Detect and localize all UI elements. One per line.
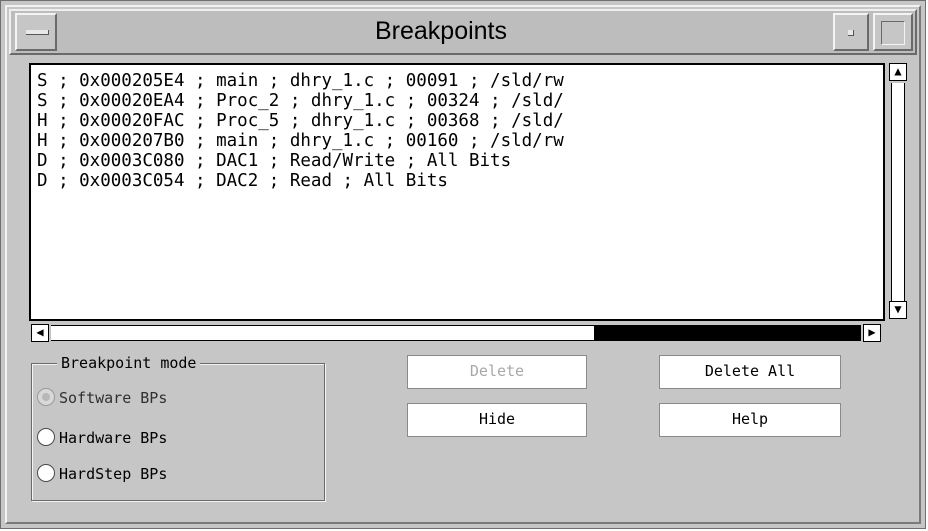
scroll-left-icon[interactable]: ◀ xyxy=(31,324,49,342)
radio-label: Hardware BPs xyxy=(59,429,168,447)
maximize-icon xyxy=(881,21,905,45)
radio-selected-icon[interactable] xyxy=(37,388,55,406)
minimize-icon xyxy=(848,30,854,36)
delete-all-button[interactable]: Delete All xyxy=(659,355,841,389)
scroll-right-icon[interactable]: ▶ xyxy=(863,324,881,342)
list-item[interactable]: H ; 0x000207B0 ; main ; dhry_1.c ; 00160… xyxy=(31,131,883,151)
breakpoints-window: Breakpoints S ; 0x000205E4 ; main ; dhry… xyxy=(0,0,926,529)
minimize-button[interactable] xyxy=(833,13,869,51)
list-item[interactable]: D ; 0x0003C054 ; DAC2 ; Read ; All Bits xyxy=(31,171,883,191)
radio-label: Software BPs xyxy=(59,389,168,407)
breakpoint-mode-legend: Breakpoint mode xyxy=(57,353,201,373)
vertical-scrollbar[interactable]: ▲ ▼ xyxy=(887,63,909,319)
window-menu-button[interactable] xyxy=(15,13,57,51)
list-item[interactable]: S ; 0x00020EA4 ; Proc_2 ; dhry_1.c ; 003… xyxy=(31,91,883,111)
radio-icon[interactable] xyxy=(37,464,55,482)
list-item[interactable]: H ; 0x00020FAC ; Proc_5 ; dhry_1.c ; 003… xyxy=(31,111,883,131)
help-button[interactable]: Help xyxy=(659,403,841,437)
radio-icon[interactable] xyxy=(37,428,55,446)
maximize-button[interactable] xyxy=(873,13,913,51)
list-item[interactable]: S ; 0x000205E4 ; main ; dhry_1.c ; 00091… xyxy=(31,71,883,91)
window-menu-icon xyxy=(26,30,49,35)
list-item[interactable]: D ; 0x0003C080 ; DAC1 ; Read/Write ; All… xyxy=(31,151,883,171)
horizontal-scroll-thumb[interactable] xyxy=(594,325,861,341)
hide-button[interactable]: Hide xyxy=(407,403,587,437)
scroll-down-icon[interactable]: ▼ xyxy=(889,301,907,319)
vertical-scroll-thumb[interactable] xyxy=(891,83,905,301)
breakpoint-list[interactable]: S ; 0x000205E4 ; main ; dhry_1.c ; 00091… xyxy=(29,63,885,321)
delete-button[interactable]: Delete xyxy=(407,355,587,389)
scroll-up-icon[interactable]: ▲ xyxy=(889,63,907,81)
horizontal-scrollbar[interactable]: ◀ ▶ xyxy=(29,323,885,345)
window-title: Breakpoints xyxy=(374,17,508,45)
radio-label: HardStep BPs xyxy=(59,465,168,483)
